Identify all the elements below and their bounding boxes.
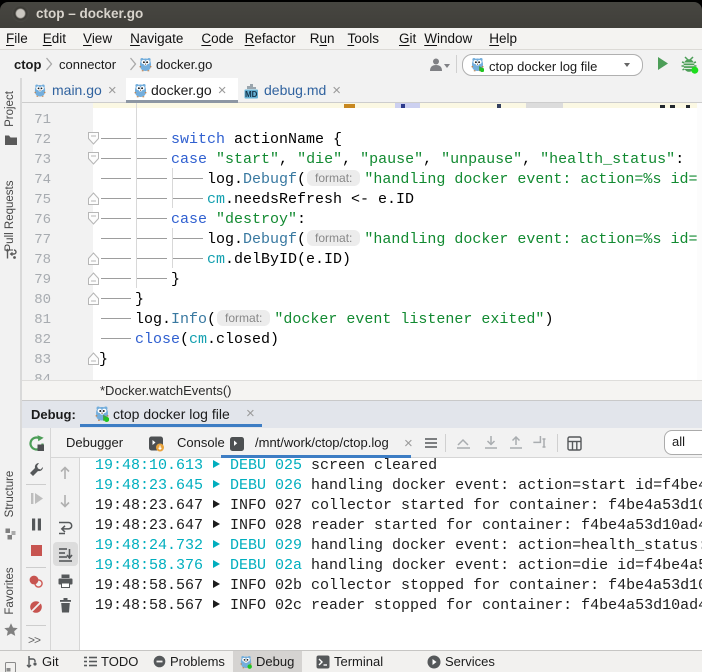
svg-text:MD: MD [245,90,258,99]
